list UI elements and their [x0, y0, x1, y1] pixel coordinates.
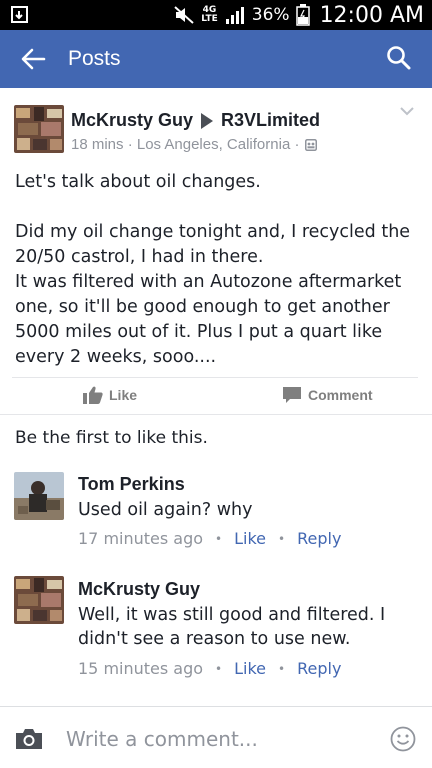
signal-icon — [225, 7, 244, 24]
status-icons: 4G LTE 36% 12:00 AM — [173, 0, 424, 30]
avatar[interactable] — [14, 472, 64, 520]
smiley-icon[interactable] — [390, 726, 416, 752]
post-author[interactable]: McKrusty Guy — [71, 110, 193, 131]
comment-input[interactable]: Write a comment... — [66, 727, 258, 751]
comment-author[interactable]: McKrusty Guy — [78, 579, 200, 600]
separator-dot: • — [278, 531, 286, 546]
comment-like-link[interactable]: Like — [234, 529, 266, 548]
page-title: Posts — [68, 47, 121, 70]
divider — [12, 377, 418, 378]
post-body: Let's talk about oil changes. Did my oil… — [15, 170, 420, 370]
comment-reply-link[interactable]: Reply — [297, 659, 341, 678]
arrow-left-icon[interactable] — [20, 47, 46, 71]
post-target-group[interactable]: R3VLimited — [221, 110, 320, 131]
thumbs-up-icon — [83, 386, 103, 404]
post-actions: Like Comment — [0, 380, 432, 414]
arrow-right-icon — [201, 112, 214, 129]
avatar[interactable] — [14, 105, 64, 153]
comment-time: 15 minutes ago — [78, 659, 204, 678]
battery-icon — [295, 4, 310, 26]
likes-summary: Be the first to like this. — [15, 428, 208, 448]
divider — [0, 414, 432, 415]
comment-label: Comment — [308, 387, 373, 403]
comment-text: Used oil again? why — [78, 500, 253, 520]
lte-indicator: 4G LTE — [201, 5, 218, 24]
app-bar: Posts — [0, 30, 432, 88]
comment-author[interactable]: Tom Perkins — [78, 474, 185, 495]
separator-dot: • — [215, 531, 223, 546]
post-timestamp-location[interactable]: 18 mins · Los Angeles, California · — [71, 136, 299, 153]
comment-button[interactable]: Comment — [282, 386, 373, 404]
comment-icon — [283, 387, 301, 403]
status-bar: 4G LTE 36% 12:00 AM — [0, 0, 432, 30]
post-line: Let's talk about oil changes. — [15, 172, 261, 192]
comment-composer: Write a comment... — [0, 706, 432, 768]
comment-meta: 15 minutes ago • Like • Reply — [78, 659, 341, 678]
like-button[interactable]: Like — [83, 386, 137, 404]
post-header: McKrusty Guy R3VLimited — [71, 110, 320, 131]
comment-like-link[interactable]: Like — [234, 659, 266, 678]
search-icon[interactable] — [386, 45, 412, 71]
comment-text: Well, it was still good and filtered. I … — [78, 605, 386, 649]
avatar[interactable] — [14, 576, 64, 624]
clock: 12:00 AM — [319, 2, 424, 28]
separator-dot: • — [278, 661, 286, 676]
post-line: It was filtered with an Autozone afterma… — [15, 272, 407, 367]
download-notification-icon — [11, 6, 28, 23]
separator-dot: • — [215, 661, 223, 676]
post-line: Did my oil change tonight and, I recycle… — [15, 222, 416, 267]
post-line — [15, 195, 420, 220]
camera-icon[interactable] — [14, 727, 44, 751]
chevron-down-icon[interactable] — [400, 106, 414, 116]
group-icon — [305, 138, 318, 151]
comment-reply-link[interactable]: Reply — [297, 529, 341, 548]
mute-icon — [174, 6, 194, 24]
post-meta: 18 mins · Los Angeles, California · — [71, 136, 318, 153]
comment-meta: 17 minutes ago • Like • Reply — [78, 529, 341, 548]
battery-percent: 36% — [251, 5, 290, 25]
like-label: Like — [109, 387, 138, 403]
comment-time: 17 minutes ago — [78, 529, 204, 548]
